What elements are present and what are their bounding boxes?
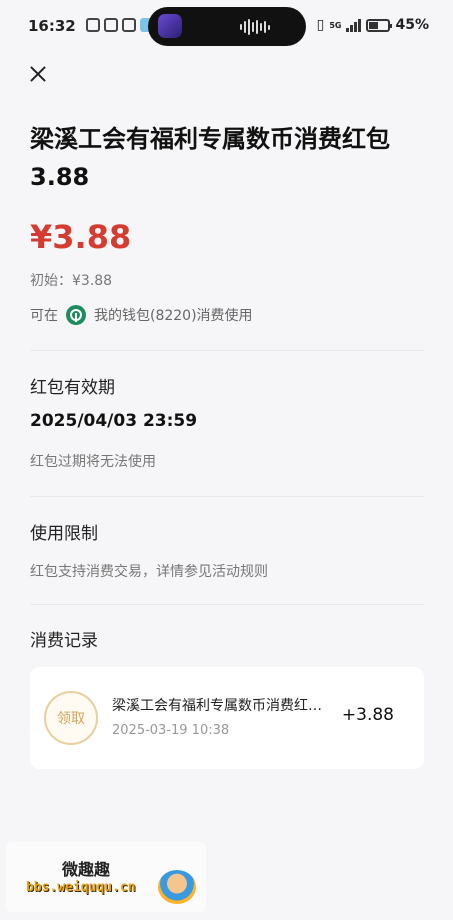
watermark: 微趣趣 bbs.weiququ.cn [6, 842, 206, 912]
nfc-icon [86, 18, 100, 32]
restriction-text: 红包支持消费交易，详情参见活动规则 [30, 564, 268, 580]
red-packet-amount: ¥3.88 [30, 218, 132, 256]
list-item[interactable]: 领取 梁溪工会有福利专属数币消费红包3.88 2025-03-19 10:38 … [30, 667, 424, 769]
claim-badge: 领取 [44, 691, 98, 745]
page-title: 梁溪工会有福利专属数币消费红包3.88 [30, 125, 390, 191]
vibrate-icon: ▯ [316, 17, 325, 33]
expiry-datetime: 2025/04/03 23:59 [30, 411, 198, 431]
watermark-name: 微趣趣 [62, 860, 111, 879]
dynamic-island[interactable] [148, 7, 306, 46]
notification-icons [86, 18, 154, 32]
divider [30, 350, 424, 351]
music-app-icon [158, 14, 182, 38]
usable-wallet: 我的钱包(8220)消费使用 [94, 308, 253, 324]
bank-wallet-icon [66, 305, 86, 325]
mascot-logo [158, 870, 196, 904]
status-bar: 16:32 ▯ 5G 45% [0, 0, 453, 52]
record-amount: +3.88 [341, 705, 394, 725]
battery-percent: 45% [395, 17, 429, 33]
record-title: 梁溪工会有福利专属数币消费红包3.88 [112, 698, 334, 714]
battery-icon [366, 18, 393, 32]
restriction-title: 使用限制 [30, 524, 98, 544]
wechat-icon [122, 18, 136, 32]
validity-title: 红包有效期 [30, 378, 115, 398]
usable-in: 可在 我的钱包(8220)消费使用 [30, 305, 253, 325]
status-right: ▯ 5G 45% [317, 17, 429, 33]
record-time: 2025-03-19 10:38 [112, 723, 230, 738]
divider [30, 604, 424, 605]
usable-prefix: 可在 [30, 308, 58, 324]
expiry-hint: 红包过期将无法使用 [30, 454, 156, 470]
alarm-icon [104, 18, 118, 32]
close-button[interactable] [26, 62, 50, 86]
divider [30, 496, 424, 497]
records-title: 消费记录 [30, 631, 98, 651]
audio-wave-icon [240, 19, 270, 35]
status-time: 16:32 [28, 17, 76, 35]
watermark-url: bbs.weiququ.cn [26, 880, 136, 895]
initial-amount: 初始：¥3.88 [30, 273, 113, 289]
signal-icon [346, 18, 362, 32]
network-label: 5G [329, 20, 342, 30]
